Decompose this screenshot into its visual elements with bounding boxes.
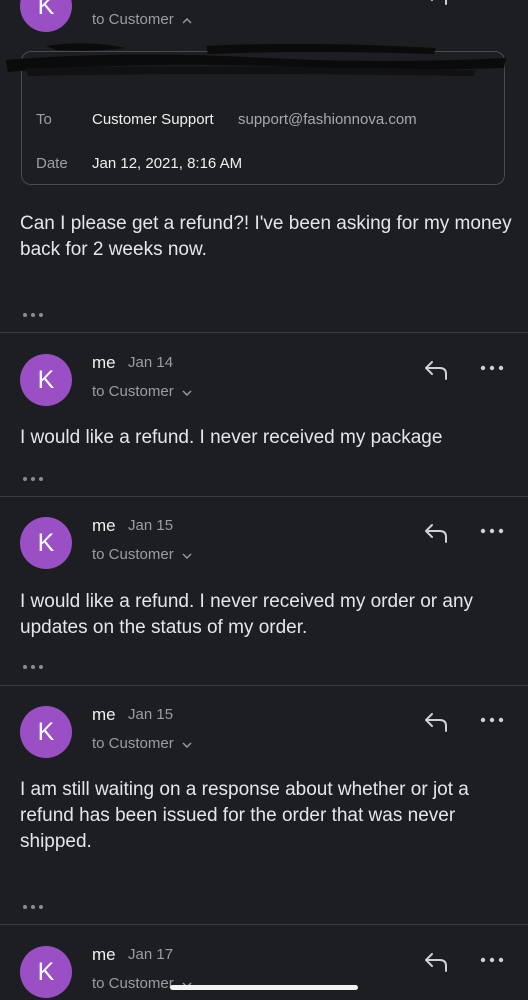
to-label: To <box>36 111 52 128</box>
avatar[interactable]: K <box>20 0 72 32</box>
reply-icon[interactable] <box>422 521 450 545</box>
more-icon[interactable] <box>22 658 44 669</box>
message-body: I would like a refund. I never received … <box>20 427 443 448</box>
chevron-down-icon <box>182 739 192 751</box>
redacted-from-line <box>6 42 506 82</box>
avatar[interactable]: K <box>20 946 72 998</box>
recipient-toggle[interactable]: to Customer <box>92 735 192 752</box>
date-label: Date <box>36 155 68 172</box>
divider <box>0 924 528 925</box>
recipient-label: to Customer <box>92 735 174 752</box>
recipient-label: to Customer <box>92 383 174 400</box>
more-icon[interactable] <box>22 898 44 909</box>
avatar-letter: K <box>37 365 55 394</box>
reply-icon[interactable] <box>422 358 450 382</box>
more-icon[interactable] <box>480 364 504 374</box>
sender-name: me <box>92 945 116 964</box>
chevron-down-icon <box>182 550 192 562</box>
message-date: Jan 14 <box>128 354 174 371</box>
recipient-label: to Customer <box>92 546 174 563</box>
divider <box>0 685 528 686</box>
divider <box>0 496 528 497</box>
more-icon[interactable] <box>22 306 44 317</box>
reply-icon[interactable] <box>422 710 450 734</box>
avatar-letter: K <box>37 528 55 557</box>
reply-icon[interactable] <box>422 950 450 974</box>
avatar-letter: K <box>37 957 55 986</box>
divider <box>0 332 528 333</box>
recipient-label: to Customer <box>92 11 174 28</box>
avatar[interactable]: K <box>20 706 72 758</box>
message-body: I am still waiting on a response about w… <box>20 779 469 852</box>
more-icon[interactable] <box>480 956 504 966</box>
chevron-up-icon <box>182 15 192 27</box>
sender-name: me <box>92 353 116 372</box>
more-icon[interactable] <box>480 716 504 726</box>
recipient-toggle[interactable]: to Customer <box>92 383 192 400</box>
sender-name: me <box>92 705 116 724</box>
message-date: Jan 15 <box>128 706 174 723</box>
avatar-letter: K <box>37 717 55 746</box>
sender-name: me <box>92 516 116 535</box>
chevron-down-icon <box>182 387 192 399</box>
home-indicator[interactable] <box>170 985 358 990</box>
message-body: I would like a refund. I never received … <box>20 591 474 638</box>
reply-icon[interactable] <box>422 0 450 6</box>
more-icon[interactable] <box>480 527 504 537</box>
recipient-toggle[interactable]: to Customer <box>92 11 192 28</box>
recipient-label: to Customer <box>92 975 174 992</box>
message-details-card: To Customer Support support@fashionnova.… <box>6 43 506 185</box>
message-body: Can I please get a refund?! I've been as… <box>20 213 512 260</box>
recipient-toggle[interactable]: to Customer <box>92 546 192 563</box>
avatar[interactable]: K <box>20 517 72 569</box>
date-value: Jan 12, 2021, 8:16 AM <box>92 155 243 172</box>
message-date: Jan 15 <box>128 517 174 534</box>
to-email[interactable]: support@fashionnova.com <box>238 111 417 128</box>
avatar-letter: K <box>37 0 55 20</box>
more-icon[interactable] <box>22 470 44 481</box>
message-date: Jan 17 <box>128 946 174 963</box>
to-name: Customer Support <box>92 111 214 128</box>
avatar[interactable]: K <box>20 354 72 406</box>
